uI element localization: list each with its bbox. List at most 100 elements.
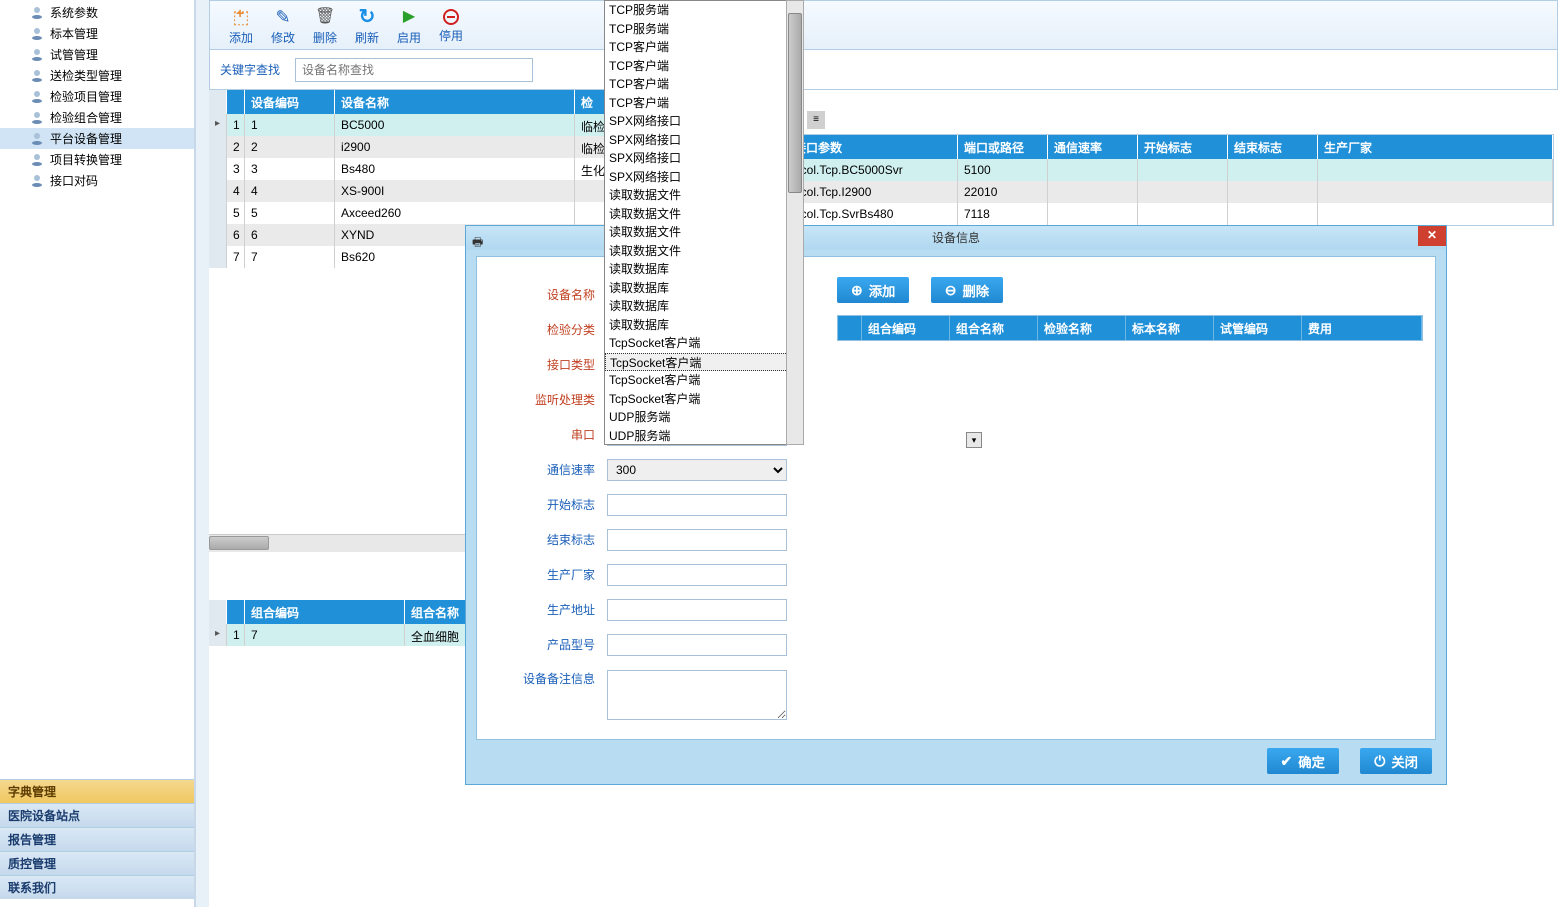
col-device-name[interactable]: 设备名称	[335, 90, 575, 114]
dropdown-option[interactable]: TCP客户端	[605, 57, 788, 76]
row-number: 5	[227, 202, 245, 224]
dropdown-option[interactable]: TcpSocket客户端	[605, 371, 788, 390]
col-device-code[interactable]: 设备编码	[245, 90, 335, 114]
section-qc-mgmt[interactable]: 质控管理	[0, 851, 194, 875]
dialog-right-panel: ⊕添加 ⊖删除 组合编码 组合名称 检验名称 标本名称 试管编码 费用	[837, 257, 1435, 739]
add-button[interactable]: 添加	[220, 5, 262, 46]
col-baud[interactable]: 通信速率	[1048, 135, 1138, 159]
dropdown-scrollbar[interactable]: ≡	[786, 0, 804, 445]
dropdown-option[interactable]: 读取数据文件	[605, 223, 788, 242]
select-baud[interactable]: 300	[607, 459, 787, 481]
nav-testcombo-mgmt[interactable]: 检验组合管理	[0, 107, 194, 128]
dropdown-option[interactable]: TCP客户端	[605, 38, 788, 57]
close-button[interactable]: ✕	[1418, 226, 1446, 246]
col-port-path[interactable]: 端口或路径	[958, 135, 1048, 159]
subgrid-delete-button[interactable]: ⊖删除	[931, 277, 1003, 303]
dropdown-option[interactable]: TCP服务端	[605, 1, 788, 20]
dropdown-option[interactable]: SPX网络接口	[605, 131, 788, 150]
grid-header: 组合编码 组合名称 检验名称 标本名称 试管编码 费用	[838, 316, 1422, 340]
subgrid-add-button[interactable]: ⊕添加	[837, 277, 909, 303]
printer-icon	[30, 112, 44, 124]
nav-specimen-mgmt[interactable]: 标本管理	[0, 23, 194, 44]
dropdown-option[interactable]: TCP服务端	[605, 20, 788, 39]
nav-interface-mapping[interactable]: 接口对码	[0, 170, 194, 191]
refresh-button[interactable]: 刷新	[346, 5, 388, 46]
nav-testitem-mgmt[interactable]: 检验项目管理	[0, 86, 194, 107]
dropdown-option[interactable]: SPX网络接口	[605, 112, 788, 131]
row-number: 7	[227, 246, 245, 268]
dropdown-option[interactable]: SPX网络接口	[605, 168, 788, 187]
cell-device-code: 1	[245, 114, 335, 136]
table-row[interactable]: ocol.Tcp.BC5000Svr5100	[788, 159, 1553, 181]
sidebar: 系统参数 标本管理 试管管理 送检类型管理 检验项目管理 检验组合管理 平台设备…	[0, 0, 196, 907]
dropdown-option[interactable]: 读取数据文件	[605, 242, 788, 261]
section-hospital-device-site[interactable]: 医院设备站点	[0, 803, 194, 827]
nav-tube-mgmt[interactable]: 试管管理	[0, 44, 194, 65]
dropdown-option[interactable]: 读取数据库	[605, 260, 788, 279]
dropdown-option[interactable]: 读取数据库	[605, 279, 788, 298]
col-fee[interactable]: 费用	[1302, 316, 1422, 340]
dropdown-option[interactable]: 读取数据库	[605, 316, 788, 335]
search-input[interactable]	[295, 58, 533, 82]
edit-button[interactable]: 修改	[262, 5, 304, 46]
button-label: 关闭	[1391, 752, 1418, 771]
cell-device-code: 2	[245, 136, 335, 158]
col-start-flag[interactable]: 开始标志	[1138, 135, 1228, 159]
scroll-side-handle[interactable]: ≡	[807, 111, 825, 129]
col-combo-name[interactable]: 组合名称	[950, 316, 1038, 340]
dropdown-option[interactable]: UDP服务端	[605, 408, 788, 427]
dropdown-option[interactable]: SPX网络接口	[605, 149, 788, 168]
input-end-flag[interactable]	[607, 529, 787, 551]
dropdown-option[interactable]: 读取数据库	[605, 297, 788, 316]
nav-project-convert-mgmt[interactable]: 项目转换管理	[0, 149, 194, 170]
delete-button[interactable]: 删除	[304, 5, 346, 46]
col-end-flag[interactable]: 结束标志	[1228, 135, 1318, 159]
disable-button[interactable]: 停用	[430, 7, 472, 44]
cell-port: 7118	[958, 203, 1048, 225]
col-specimen-name[interactable]: 标本名称	[1126, 316, 1214, 340]
scroll-thumb[interactable]	[209, 536, 269, 550]
cell-device-code: 6	[245, 224, 335, 246]
section-report-mgmt[interactable]: 报告管理	[0, 827, 194, 851]
nav-system-params[interactable]: 系统参数	[0, 2, 194, 23]
ok-button[interactable]: ✔确定	[1267, 748, 1339, 774]
dropdown-option[interactable]: TcpSocket客户端	[605, 390, 788, 409]
col-combo-code[interactable]: 组合编码	[245, 600, 405, 624]
dropdown-arrow-icon[interactable]: ▾	[966, 432, 982, 448]
col-maker[interactable]: 生产厂家	[1318, 135, 1553, 159]
input-start-flag[interactable]	[607, 494, 787, 516]
col-test-name[interactable]: 检验名称	[1038, 316, 1126, 340]
col-tube-code[interactable]: 试管编码	[1214, 316, 1302, 340]
dropdown-option[interactable]: TCP客户端	[605, 75, 788, 94]
grid-body: ocol.Tcp.BC5000Svr5100ocol.Tcp.I29002201…	[788, 159, 1553, 225]
cell-device-code: 3	[245, 158, 335, 180]
dropdown-option[interactable]: TcpSocket客户端	[605, 334, 788, 353]
dropdown-option[interactable]: UDP服务端	[605, 427, 788, 446]
dropdown-option[interactable]: TCP客户端	[605, 94, 788, 113]
cancel-button[interactable]: ⏻关闭	[1360, 748, 1432, 774]
cell-device-name: XS-900I	[335, 180, 575, 202]
nav-platform-device-mgmt[interactable]: 平台设备管理	[0, 128, 194, 149]
enable-button[interactable]: 启用	[388, 5, 430, 46]
table-row[interactable]: ocol.Tcp.I290022010	[788, 181, 1553, 203]
scroll-thumb[interactable]	[788, 13, 802, 193]
dropdown-option[interactable]: 读取数据文件	[605, 186, 788, 205]
col-combo-code[interactable]: 组合编码	[862, 316, 950, 340]
input-product-model[interactable]	[607, 634, 787, 656]
section-dict-mgmt[interactable]: 字典管理	[0, 779, 194, 803]
button-label: 确定	[1298, 752, 1325, 771]
input-maker[interactable]	[607, 564, 787, 586]
nav-label: 系统参数	[50, 4, 98, 21]
nav-sendtype-mgmt[interactable]: 送检类型管理	[0, 65, 194, 86]
cell-maker	[1318, 181, 1553, 203]
dropdown-option[interactable]: 读取数据文件	[605, 205, 788, 224]
dropdown-option[interactable]: TcpSocket客户端	[605, 353, 788, 372]
row-indicator	[209, 158, 227, 180]
section-contact-us[interactable]: 联系我们	[0, 875, 194, 899]
input-maker-addr[interactable]	[607, 599, 787, 621]
input-device-remark[interactable]	[607, 670, 787, 720]
col-iface-params[interactable]: 接口参数	[788, 135, 958, 159]
nav-label: 试管管理	[50, 46, 98, 63]
table-row[interactable]: ocol.Tcp.SvrBs4807118	[788, 203, 1553, 225]
interface-type-dropdown[interactable]: TCP服务端TCP服务端TCP客户端TCP客户端TCP客户端TCP客户端SPX网…	[604, 0, 788, 445]
